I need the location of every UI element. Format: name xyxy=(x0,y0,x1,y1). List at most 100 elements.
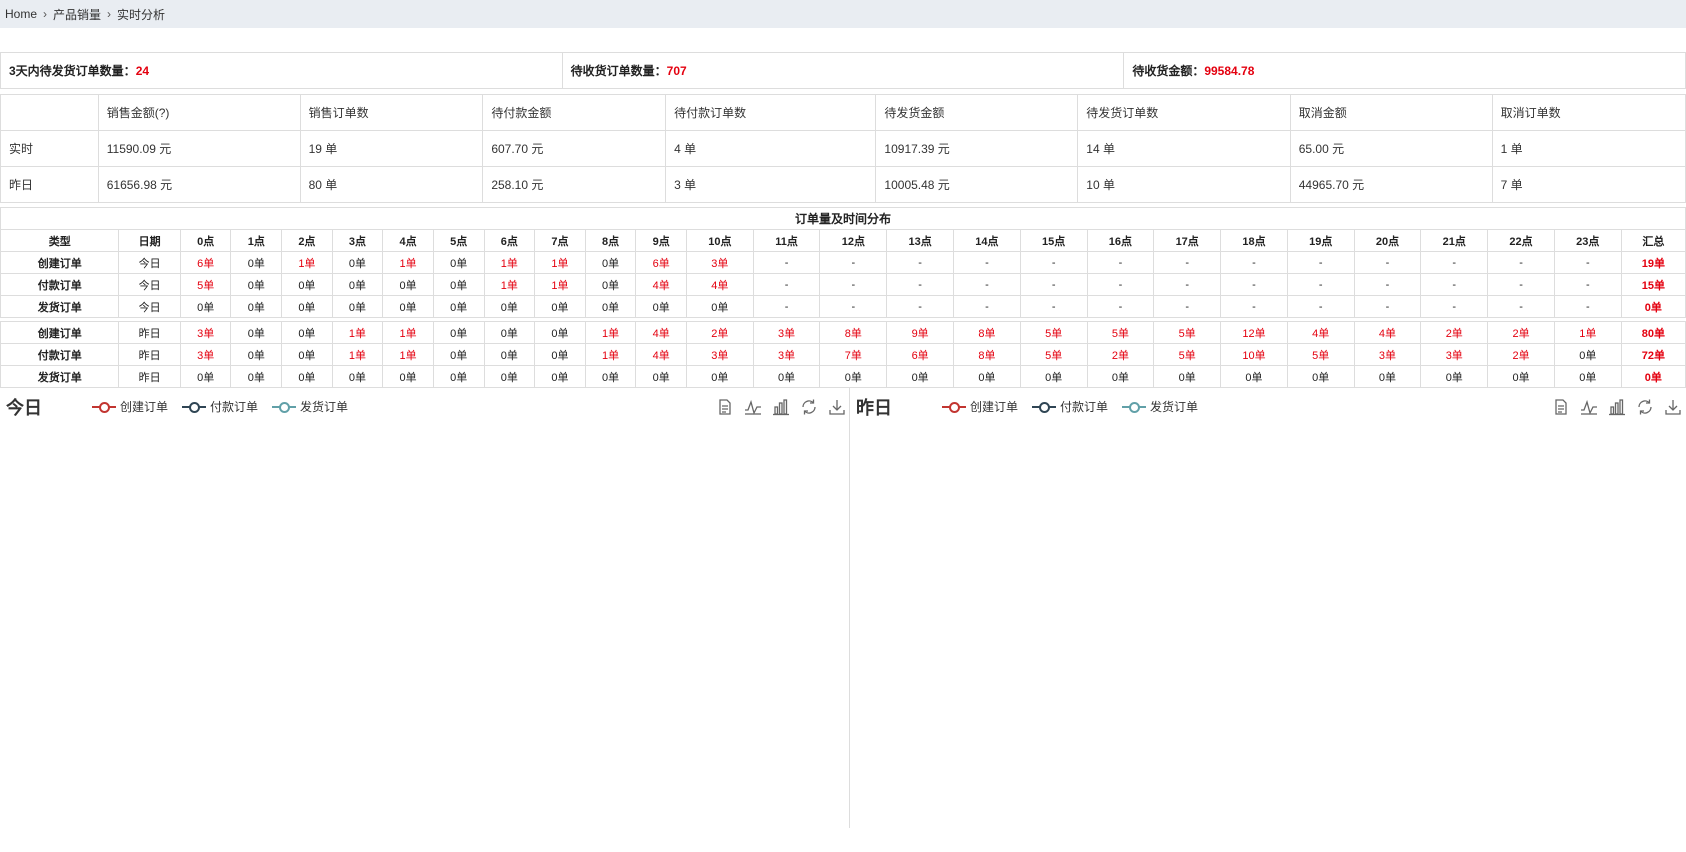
metrics-header-cell: 待发货订单数 xyxy=(1077,94,1291,131)
distribution-hour-cell: 0单 xyxy=(752,365,821,388)
metrics-cell: 14 单 xyxy=(1077,130,1291,167)
distribution-table: 订单量及时间分布 类型 日期 0点 1点 2点 3点 4点 5点 6点 7点 8点 9点 10点 11点 12… xyxy=(0,207,1686,388)
distribution-hour-cell: 9单 xyxy=(886,321,955,344)
distribution-hour-cell: 0单 xyxy=(1553,343,1622,366)
distribution-header-cell: 2点 xyxy=(281,229,333,252)
distribution-hour-cell: 1单 xyxy=(584,343,637,366)
distribution-hour-cell: 0单 xyxy=(534,295,586,318)
summary-pending-ship: 3天内待发货订单数量：24 xyxy=(0,52,563,89)
distribution-hour-cell: 0单 xyxy=(432,251,485,274)
distribution-hour-cell: 0单 xyxy=(534,365,586,388)
distribution-hour-cell: 0单 xyxy=(432,321,485,344)
distribution-header-cell: 18点 xyxy=(1220,229,1288,252)
distribution-hour-cell: 0单 xyxy=(331,273,384,296)
metrics-row-yesterday: 昨日 61656.98 元 80 单 258.10 元3 单 10005.48 元 10 … xyxy=(0,166,1686,203)
metrics-row-label: 实时 xyxy=(0,130,99,167)
distribution-hour-cell: 0单 xyxy=(886,365,955,388)
distribution-hour-cell: 0单 xyxy=(281,295,333,318)
distribution-hour-cell: 8单 xyxy=(819,321,888,344)
distribution-hour-cell: 0单 xyxy=(179,295,232,318)
distribution-hour-cell: 6单 xyxy=(635,251,687,274)
metrics-cell: 80 单 xyxy=(299,166,484,203)
distribution-header-cell: 21点 xyxy=(1420,229,1489,252)
distribution-total-cell: 0单 xyxy=(1620,365,1686,388)
breadcrumb-section-link[interactable]: 产品销量 xyxy=(53,6,101,23)
distribution-type-cell: 发货订单 xyxy=(0,295,120,318)
distribution-hour-cell: - xyxy=(1019,273,1088,296)
distribution-hour-cell: 3单 xyxy=(179,321,232,344)
metrics-header-cell: 待发货金额 xyxy=(875,94,1079,131)
distribution-hour-cell: 6单 xyxy=(179,251,232,274)
distribution-hour-cell: 0单 xyxy=(483,343,536,366)
distribution-hour-cell: 0单 xyxy=(331,365,384,388)
distribution-hour-cell: 6单 xyxy=(886,343,955,366)
distribution-header-cell: 1点 xyxy=(230,229,283,252)
distribution-hour-cell: 0单 xyxy=(281,343,333,366)
distribution-hour-cell: 10单 xyxy=(1220,343,1288,366)
distribution-hour-cell: 0单 xyxy=(1019,365,1088,388)
distribution-hour-cell: 7单 xyxy=(819,343,888,366)
distribution-hour-cell: 4单 xyxy=(635,343,687,366)
distribution-header-cell: 10点 xyxy=(685,229,754,252)
yesterday-line-chart xyxy=(850,388,1686,828)
distribution-hour-cell: - xyxy=(819,251,888,274)
distribution-hour-cell: 5单 xyxy=(1086,321,1155,344)
distribution-hour-cell: 4单 xyxy=(635,321,687,344)
distribution-hour-cell: 0单 xyxy=(281,321,333,344)
distribution-hour-cell: 0单 xyxy=(483,321,536,344)
distribution-hour-cell: - xyxy=(1220,273,1288,296)
distribution-hour-cell: 5单 xyxy=(1153,321,1222,344)
distribution-header-cell: 7点 xyxy=(534,229,586,252)
today-line-chart xyxy=(0,388,850,828)
summary-table: 3天内待发货订单数量：24 待收货订单数量：707 待收货金额：99584.78 xyxy=(0,52,1686,89)
metrics-header-cell: 销售金额(?) xyxy=(97,94,301,131)
distribution-row: 发货订单 今日 0单 0单 0单 0单 0单 0单 0单 0单 0单 0单 0单 - - - - - - - - - - - -… xyxy=(0,295,1686,318)
breadcrumb-home-link[interactable]: Home xyxy=(5,7,37,21)
distribution-total-cell: 15单 xyxy=(1620,273,1686,296)
distribution-hour-cell: 0单 xyxy=(331,251,384,274)
distribution-date-cell: 昨日 xyxy=(118,365,181,388)
distribution-hour-cell: 8单 xyxy=(953,321,1021,344)
distribution-type-cell: 发货订单 xyxy=(0,365,120,388)
distribution-hour-cell: 4单 xyxy=(1286,321,1355,344)
distribution-hour-cell: - xyxy=(953,295,1021,318)
distribution-hour-cell: - xyxy=(1553,295,1622,318)
distribution-hour-cell: 8单 xyxy=(953,343,1021,366)
distribution-header-cell: 9点 xyxy=(635,229,687,252)
distribution-hour-cell: - xyxy=(1153,251,1222,274)
distribution-hour-cell: 0单 xyxy=(331,295,384,318)
metrics-cell: 10 单 xyxy=(1077,166,1291,203)
metrics-header-cell: 待付款金额 xyxy=(482,94,667,131)
distribution-header-cell: 类型 xyxy=(0,229,120,252)
metrics-header-cell: 取消订单数 xyxy=(1491,94,1686,131)
distribution-hour-cell: 1单 xyxy=(584,321,637,344)
distribution-header-cell: 19点 xyxy=(1286,229,1355,252)
metrics-cell: 11590.09 元 xyxy=(97,130,301,167)
distribution-hour-cell: 0单 xyxy=(635,365,687,388)
distribution-header-cell: 12点 xyxy=(819,229,888,252)
distribution-date-cell: 昨日 xyxy=(118,321,181,344)
distribution-title: 订单量及时间分布 xyxy=(0,207,1686,230)
metrics-row-label: 昨日 xyxy=(0,166,99,203)
distribution-hour-cell: 1单 xyxy=(1553,321,1622,344)
distribution-type-cell: 创建订单 xyxy=(0,251,120,274)
distribution-hour-cell: 0单 xyxy=(1220,365,1288,388)
distribution-header-cell: 23点 xyxy=(1553,229,1622,252)
distribution-hour-cell: 0单 xyxy=(635,295,687,318)
distribution-header-cell: 20点 xyxy=(1353,229,1422,252)
distribution-hour-cell: 1单 xyxy=(331,321,384,344)
distribution-date-cell: 昨日 xyxy=(118,343,181,366)
distribution-hour-cell: 0单 xyxy=(230,273,283,296)
distribution-hour-cell: - xyxy=(752,295,821,318)
metrics-cell: 44965.70 元 xyxy=(1289,166,1493,203)
distribution-hour-cell: 0单 xyxy=(483,365,536,388)
distribution-hour-cell: 2单 xyxy=(1420,321,1489,344)
distribution-hour-cell: - xyxy=(1220,295,1288,318)
distribution-total-cell: 19单 xyxy=(1620,251,1686,274)
breadcrumb: Home › 产品销量 › 实时分析 xyxy=(0,0,1686,28)
charts-area: 今日 创建订单 付款订单 发货订单 02468单量时间 昨日 创建订单 付款订单… xyxy=(0,388,1686,828)
metrics-cell: 607.70 元 xyxy=(482,130,667,167)
chevron-right-icon: › xyxy=(43,7,48,21)
distribution-header-cell: 11点 xyxy=(752,229,821,252)
distribution-hour-cell: 0单 xyxy=(432,273,485,296)
